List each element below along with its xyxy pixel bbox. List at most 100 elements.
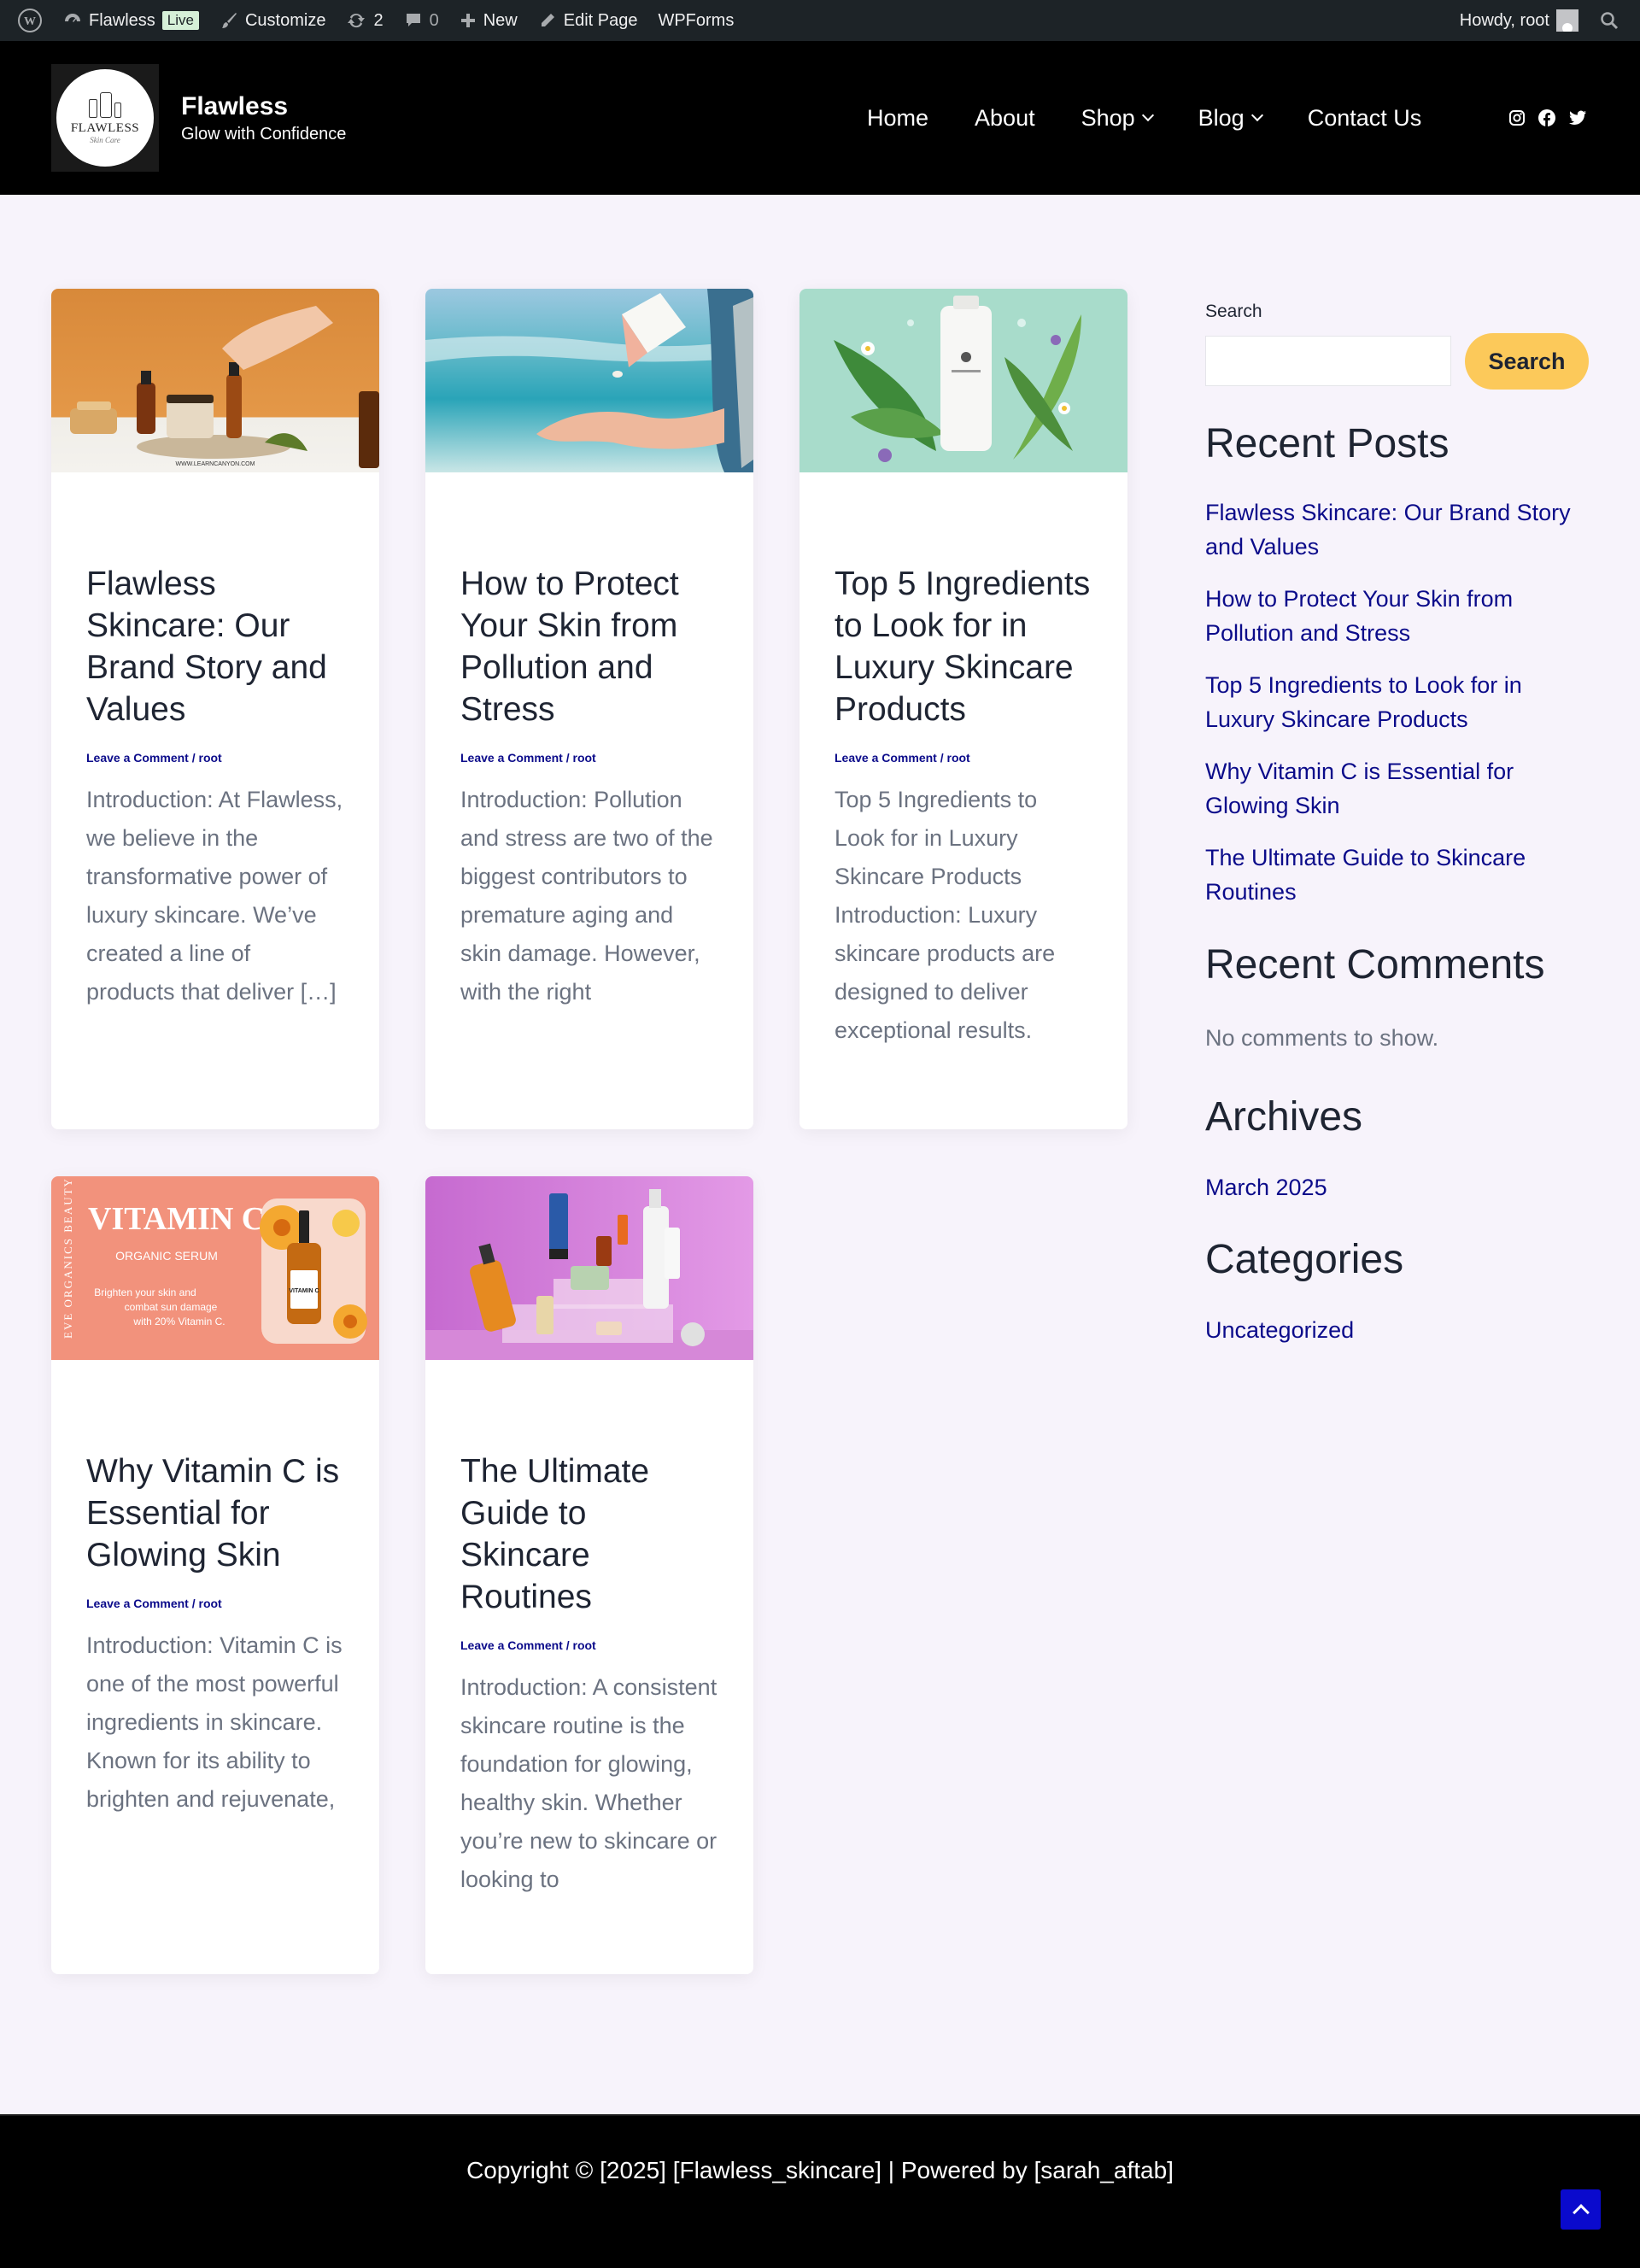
search-input[interactable] xyxy=(1205,336,1451,386)
search-button[interactable]: Search xyxy=(1465,333,1589,390)
post-title[interactable]: Top 5 Ingredients to Look for in Luxury … xyxy=(835,563,1093,730)
site-name-menu[interactable]: Flawless Live xyxy=(53,0,209,41)
archive-link[interactable]: March 2025 xyxy=(1205,1170,1590,1204)
wordpress-logo-button[interactable]: W xyxy=(7,0,53,41)
post-thumbnail[interactable] xyxy=(425,1176,753,1360)
category-link[interactable]: Uncategorized xyxy=(1205,1313,1590,1347)
author-link[interactable]: root xyxy=(199,751,222,765)
edit-page-label: Edit Page xyxy=(563,10,638,30)
recent-comments-title: Recent Comments xyxy=(1205,942,1545,987)
post-meta: Leave a Comment / root xyxy=(460,1638,719,1652)
customize-button[interactable]: Customize xyxy=(209,0,336,41)
post-thumbnail[interactable] xyxy=(800,289,1128,472)
meta-separator: / xyxy=(562,751,573,765)
logo-subtext: Skin Care xyxy=(90,135,120,144)
facebook-icon[interactable] xyxy=(1538,108,1556,127)
author-link[interactable]: root xyxy=(947,751,970,765)
post-card-body: Top 5 Ingredients to Look for in Luxury … xyxy=(800,472,1128,1050)
avatar xyxy=(1556,9,1578,32)
post-meta: Leave a Comment / root xyxy=(86,1597,345,1610)
leave-comment-link[interactable]: Leave a Comment xyxy=(835,751,937,765)
nav-item-blog[interactable]: Blog xyxy=(1175,105,1285,132)
site-header: FLAWLESS Skin Care Flawless Glow with Co… xyxy=(0,41,1640,195)
post-excerpt: Introduction: Pollution and stress are t… xyxy=(460,787,713,1005)
nav-contact-label: Contact Us xyxy=(1307,104,1422,131)
categories-title: Categories xyxy=(1205,1237,1404,1282)
chevron-down-icon xyxy=(1141,108,1154,122)
twitter-icon[interactable] xyxy=(1568,109,1587,126)
site-name-label: Flawless xyxy=(89,10,155,30)
new-content-button[interactable]: New xyxy=(449,0,528,41)
leave-comment-link[interactable]: Leave a Comment xyxy=(460,751,563,765)
post-title[interactable]: Why Vitamin C is Essential for Glowing S… xyxy=(86,1450,345,1576)
comment-icon xyxy=(406,14,420,26)
svg-text:with 20% Vitamin C.: with 20% Vitamin C. xyxy=(132,1316,225,1327)
updates-count: 2 xyxy=(373,10,384,30)
image-side-text: EVE ORGANICS BEAUTY xyxy=(62,1177,74,1339)
admin-bar-right: Howdy, root xyxy=(1450,0,1630,41)
no-comments-text: No comments to show. xyxy=(1205,1025,1439,1051)
new-label: New xyxy=(483,10,518,30)
nav-item-shop[interactable]: Shop xyxy=(1058,105,1175,132)
post-title[interactable]: Flawless Skincare: Our Brand Story and V… xyxy=(86,563,345,730)
nav-home-label: Home xyxy=(867,104,929,131)
post-thumbnail[interactable]: WWW.LEARNCANYON.COM xyxy=(51,289,379,472)
recent-post-link[interactable]: Flawless Skincare: Our Brand Story and V… xyxy=(1205,495,1590,564)
wpforms-button[interactable]: WPForms xyxy=(647,0,744,41)
nav-item-contact[interactable]: Contact Us xyxy=(1285,105,1445,132)
image-caption: WWW.LEARNCANYON.COM xyxy=(176,461,255,467)
recent-post-link[interactable]: Top 5 Ingredients to Look for in Luxury … xyxy=(1205,668,1590,736)
post-title[interactable]: How to Protect Your Skin from Pollution … xyxy=(460,563,719,730)
post-excerpt: Top 5 Ingredients to Look for in Luxury … xyxy=(835,787,1056,1043)
comments-count: 0 xyxy=(429,10,439,30)
admin-search-button[interactable] xyxy=(1589,0,1630,41)
leave-comment-link[interactable]: Leave a Comment xyxy=(86,751,189,765)
post-card-body: The Ultimate Guide to Skincare Routines … xyxy=(425,1360,753,1899)
post-title[interactable]: The Ultimate Guide to Skincare Routines xyxy=(460,1450,719,1618)
post-card: EVE ORGANICS BEAUTY VITAMIN C ORGANIC SE… xyxy=(51,1176,379,1974)
leave-comment-link[interactable]: Leave a Comment xyxy=(460,1638,563,1652)
wpforms-label: WPForms xyxy=(658,10,735,30)
svg-text:Brighten your skin and: Brighten your skin and xyxy=(94,1286,196,1298)
post-excerpt: Introduction: At Flawless, we believe in… xyxy=(86,787,343,1005)
author-link[interactable]: root xyxy=(199,1597,222,1610)
primary-navigation: Home About Shop Blog Contact Us xyxy=(844,41,1444,195)
site-tagline: Glow with Confidence xyxy=(181,124,347,144)
site-logo[interactable]: FLAWLESS Skin Care xyxy=(51,64,159,172)
scroll-to-top-button[interactable] xyxy=(1561,2189,1601,2230)
recent-post-link[interactable]: How to Protect Your Skin from Pollution … xyxy=(1205,582,1590,650)
post-thumbnail[interactable] xyxy=(425,289,753,472)
archives-title: Archives xyxy=(1205,1094,1363,1140)
post-card: How to Protect Your Skin from Pollution … xyxy=(425,289,753,1129)
updates-button[interactable]: 2 xyxy=(336,0,393,41)
nav-shop-label: Shop xyxy=(1081,104,1135,131)
recent-post-link[interactable]: The Ultimate Guide to Skincare Routines xyxy=(1205,841,1590,909)
post-meta: Leave a Comment / root xyxy=(86,751,345,765)
search-icon xyxy=(1601,12,1619,30)
instagram-icon[interactable] xyxy=(1508,109,1526,126)
post-thumbnail[interactable]: EVE ORGANICS BEAUTY VITAMIN C ORGANIC SE… xyxy=(51,1176,379,1360)
author-link[interactable]: root xyxy=(573,751,596,765)
admin-bar-left: W Flawless Live Customize 2 0 New Edit P… xyxy=(7,0,744,41)
post-card-body: How to Protect Your Skin from Pollution … xyxy=(425,472,753,1011)
social-icons xyxy=(1508,41,1587,195)
nav-item-home[interactable]: Home xyxy=(844,105,952,132)
comments-button[interactable]: 0 xyxy=(394,0,449,41)
author-link[interactable]: root xyxy=(573,1638,596,1652)
post-card-body: Flawless Skincare: Our Brand Story and V… xyxy=(51,472,379,1011)
recent-posts-title: Recent Posts xyxy=(1205,421,1450,466)
nav-about-label: About xyxy=(975,104,1035,131)
image-subheading: ORGANIC SERUM xyxy=(115,1249,218,1263)
customize-label: Customize xyxy=(244,10,326,30)
leave-comment-link[interactable]: Leave a Comment xyxy=(86,1597,189,1610)
skincare-lineup-image xyxy=(425,1189,753,1360)
howdy-label: Howdy, root xyxy=(1459,10,1549,30)
post-meta: Leave a Comment / root xyxy=(460,751,719,765)
site-title[interactable]: Flawless xyxy=(181,92,346,121)
edit-page-button[interactable]: Edit Page xyxy=(528,0,648,41)
beach-sunscreen-image xyxy=(425,289,753,472)
nav-item-about[interactable]: About xyxy=(952,105,1058,132)
chevron-down-icon xyxy=(1250,108,1263,122)
user-account-menu[interactable]: Howdy, root xyxy=(1450,0,1589,41)
recent-post-link[interactable]: Why Vitamin C is Essential for Glowing S… xyxy=(1205,754,1590,823)
